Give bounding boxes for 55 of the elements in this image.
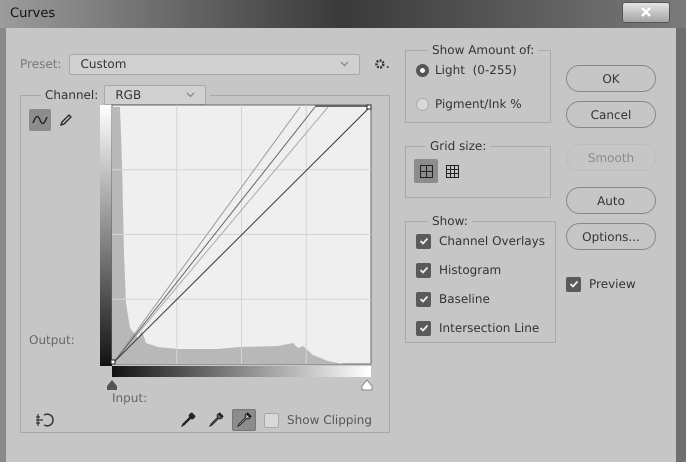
radio-label: Pigment/Ink % <box>435 96 522 113</box>
input-start-handle[interactable] <box>107 380 117 390</box>
checkbox-label: Intersection Line <box>439 320 540 337</box>
coarse-grid-button[interactable] <box>414 159 438 183</box>
pencil-icon <box>59 113 73 127</box>
checkmark-icon <box>418 265 428 275</box>
dialog-button[interactable]: OK <box>566 65 656 92</box>
dialog-button[interactable]: Options... <box>566 223 656 250</box>
checkmark-icon <box>418 294 428 304</box>
eyedropper-button[interactable] <box>232 409 256 431</box>
checkbox[interactable] <box>416 292 431 306</box>
dialog-button[interactable]: Auto <box>566 187 656 214</box>
checkbox[interactable] <box>416 234 431 248</box>
caret-icon <box>186 92 196 98</box>
curve-tool-button[interactable] <box>29 109 51 131</box>
preview-label: Preview <box>589 276 636 293</box>
channel-label: Channel: <box>45 87 98 104</box>
preset-label: Preset: <box>20 56 62 73</box>
preset-value: Custom <box>80 56 126 73</box>
fine-grid-icon <box>446 164 458 178</box>
checkmark-icon <box>568 279 578 289</box>
checkbox[interactable] <box>264 412 279 428</box>
input-label: Input: <box>112 390 148 407</box>
gear-icon[interactable] <box>374 58 390 70</box>
radio-label: Light (0-255) <box>435 62 517 79</box>
channel-dropdown[interactable]: RGB <box>104 85 206 105</box>
eyedropper-icon <box>236 412 252 428</box>
close-icon <box>641 7 651 17</box>
radio-button[interactable] <box>416 98 429 110</box>
input-end-handle[interactable] <box>362 379 372 390</box>
grid-size-title: Grid size: <box>430 139 486 153</box>
dialog-button[interactable]: Cancel <box>566 101 656 128</box>
window-title: Curves <box>10 5 56 24</box>
caret-icon <box>340 61 350 67</box>
show-clipping-label: Show Clipping <box>287 412 372 429</box>
checkbox-label: Baseline <box>439 291 490 308</box>
checkmark-icon <box>418 323 428 333</box>
curve-graph[interactable] <box>110 104 372 364</box>
checkbox-label: Histogram <box>439 262 502 279</box>
preset-dropdown[interactable]: Custom <box>69 54 360 74</box>
eyedropper-icon <box>180 412 196 428</box>
eyedropper-icon <box>208 412 224 428</box>
checkbox[interactable] <box>416 320 431 336</box>
channel-value: RGB <box>115 87 142 104</box>
checkbox[interactable] <box>416 262 431 278</box>
checkbox[interactable] <box>566 276 581 292</box>
close-button[interactable] <box>622 2 670 22</box>
curve-icon <box>32 114 48 126</box>
checkbox-label: Channel Overlays <box>439 233 545 250</box>
radio-button[interactable] <box>416 64 429 76</box>
grid-icon <box>420 164 432 178</box>
output-label: Output: <box>29 332 76 349</box>
checkmark-icon <box>418 236 428 246</box>
show-amount-title: Show Amount of: <box>432 43 534 57</box>
show-title: Show: <box>432 214 468 228</box>
